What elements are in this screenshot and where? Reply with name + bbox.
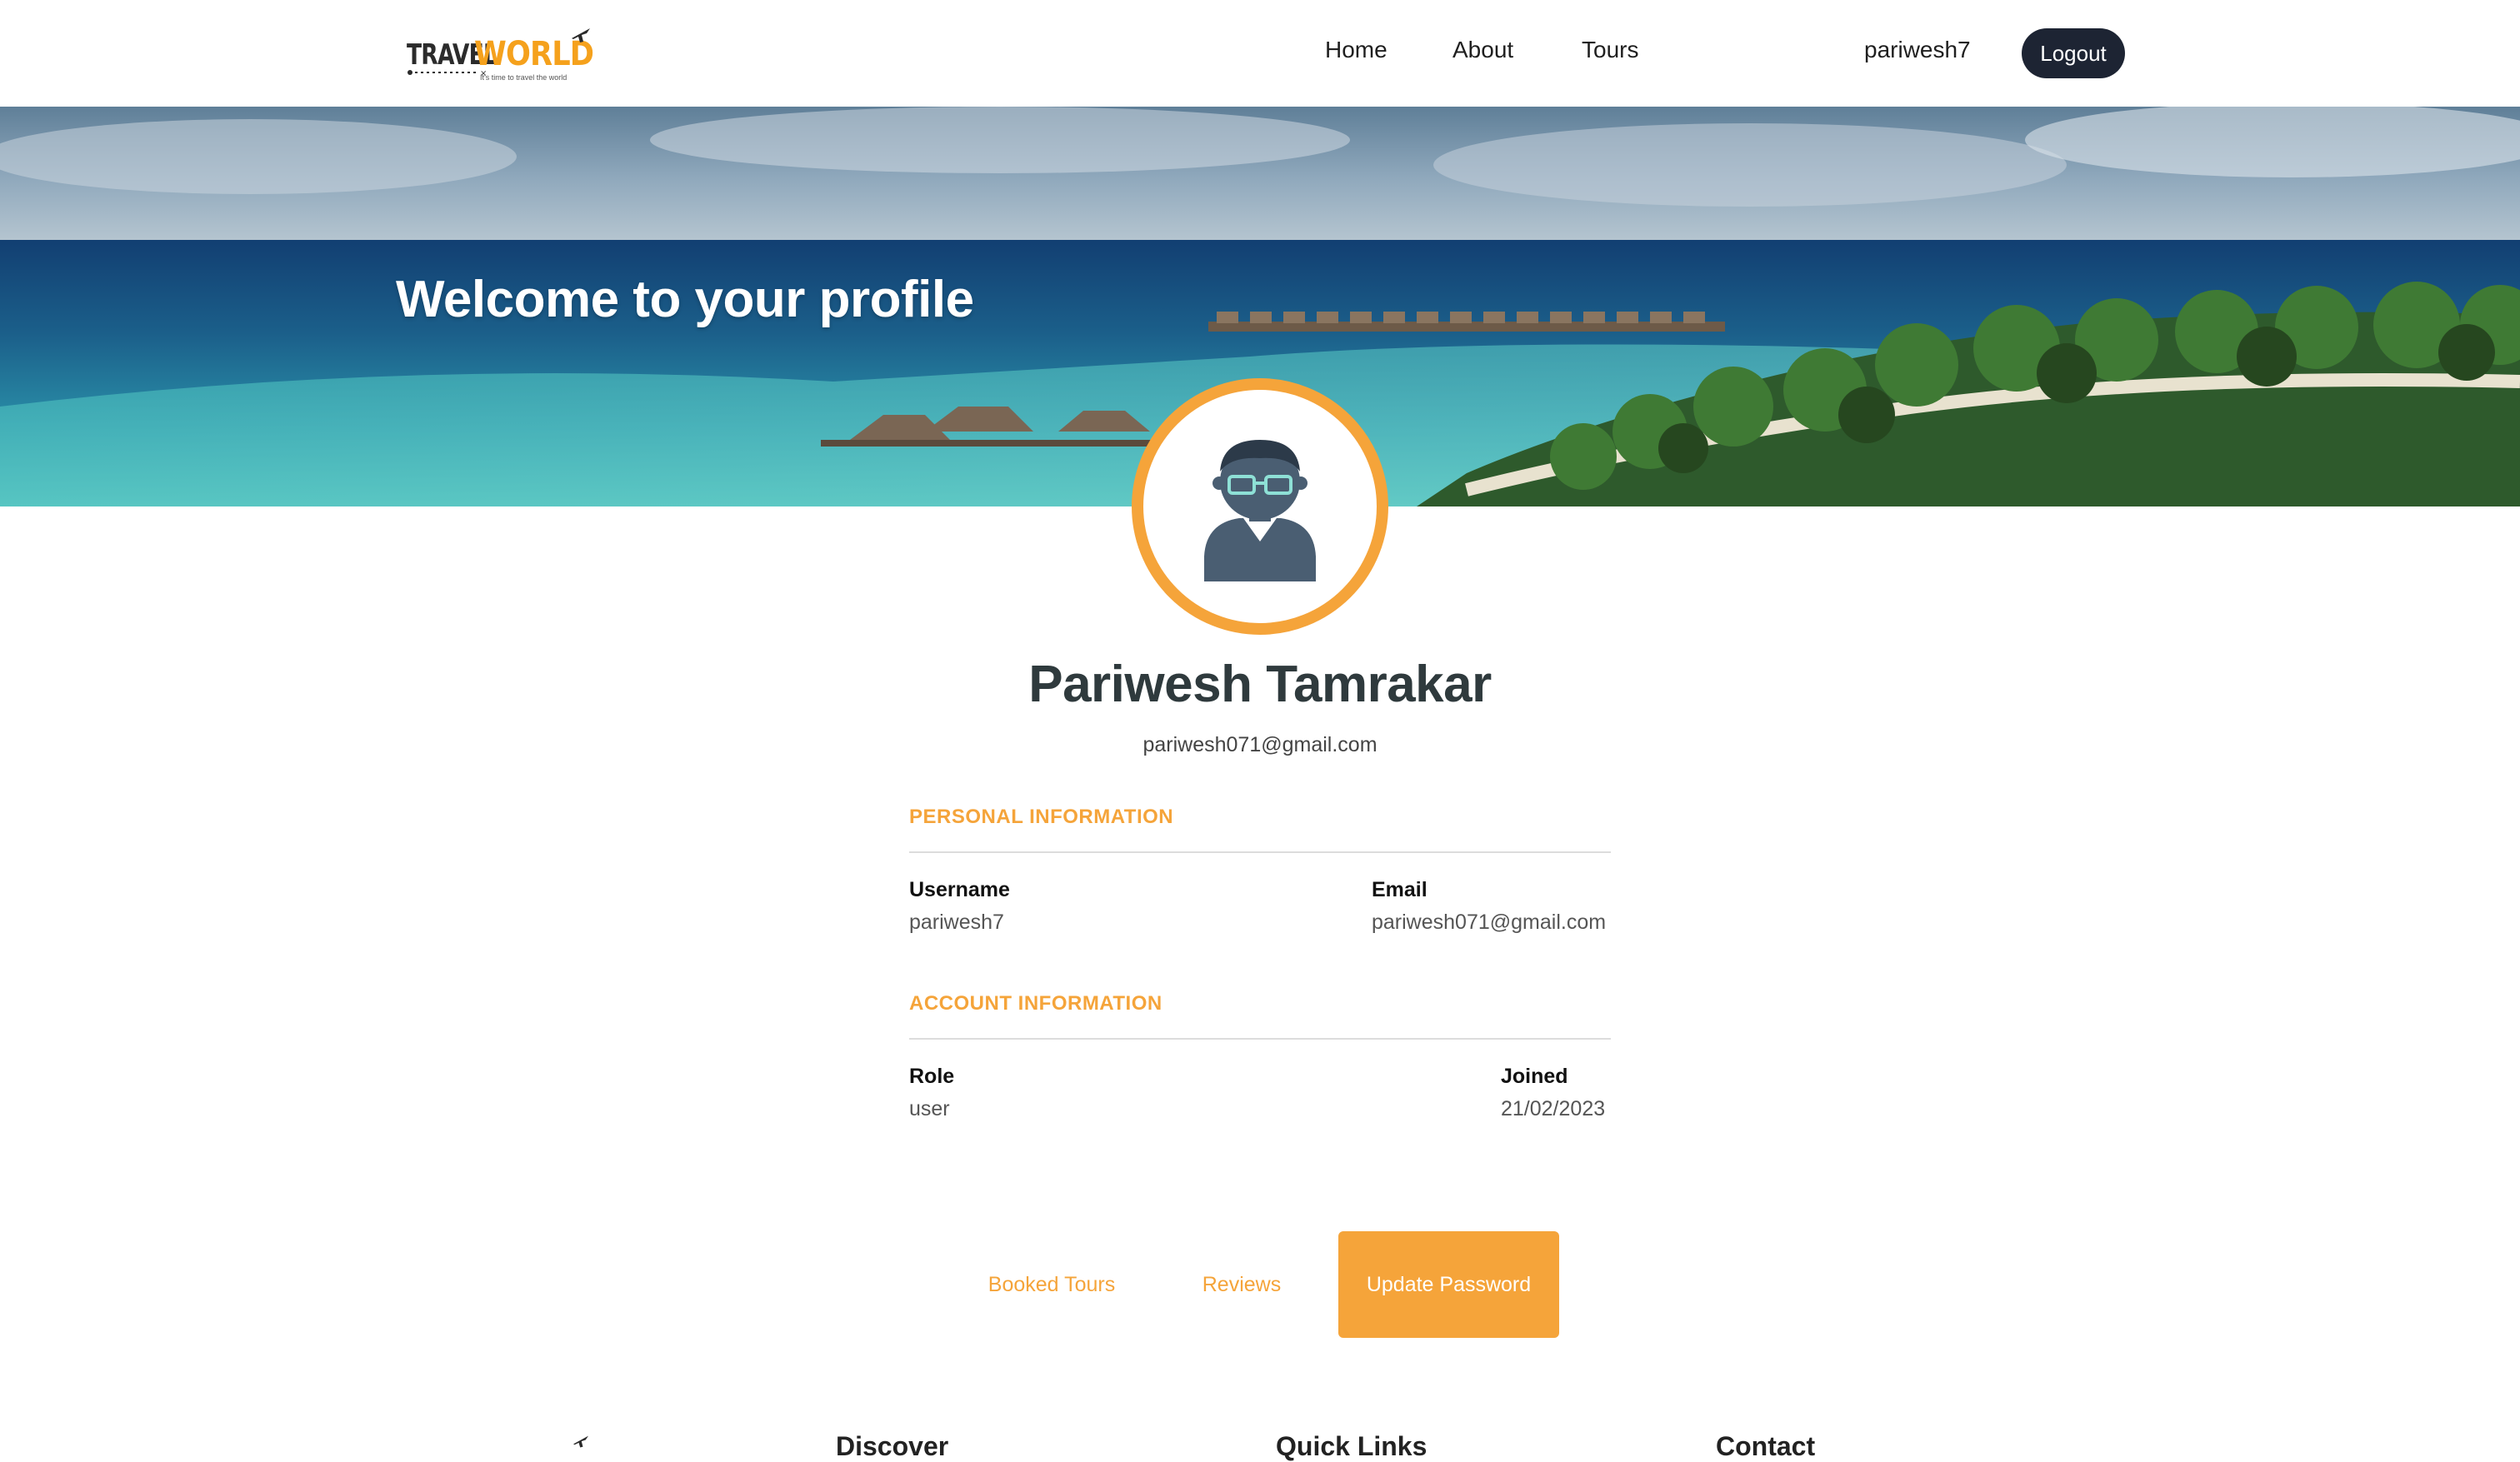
airplane-icon: [572, 28, 590, 42]
username-label: Username: [909, 878, 1010, 901]
current-username: pariwesh7: [1864, 37, 1971, 62]
profile-avatar: [1132, 378, 1388, 635]
logout-button[interactable]: Logout: [2022, 28, 2125, 78]
profile-full-name: Pariwesh Tamrakar: [1028, 656, 1492, 713]
tab-booked-tours[interactable]: Booked Tours: [968, 1231, 1135, 1338]
account-information-heading: ACCOUNT INFORMATION: [909, 992, 1162, 1015]
role-label: Role: [909, 1065, 955, 1088]
hero-title: Welcome to your profile: [396, 271, 974, 328]
section-divider: [909, 1038, 1611, 1040]
tab-update-password[interactable]: Update Password: [1338, 1231, 1559, 1338]
footer-quick-links-heading: Quick Links: [1276, 1431, 1428, 1461]
nav-tours-link[interactable]: Tours: [1582, 37, 1638, 63]
joined-label: Joined: [1501, 1065, 1568, 1088]
footer-airplane-icon: [573, 1435, 588, 1448]
personal-information-heading: PERSONAL INFORMATION: [909, 806, 1174, 828]
footer-discover-heading: Discover: [836, 1431, 949, 1461]
nav-home-link[interactable]: Home: [1325, 37, 1388, 63]
top-header: TRAVEL WORLD × It's time to travel the w…: [0, 0, 2520, 107]
tab-reviews[interactable]: Reviews: [1183, 1231, 1300, 1338]
section-divider: [909, 851, 1611, 853]
travel-world-logo[interactable]: TRAVEL WORLD × It's time to travel the w…: [403, 25, 600, 87]
joined-value: 21/02/2023: [1501, 1097, 1606, 1120]
footer-contact-heading: Contact: [1716, 1431, 1816, 1461]
email-label: Email: [1372, 878, 1428, 901]
nav-about-link[interactable]: About: [1452, 37, 1513, 63]
username-value: pariwesh7: [909, 911, 1004, 934]
logo-dotted-path-icon: ×: [408, 69, 487, 77]
logo-tagline: It's time to travel the world: [480, 73, 568, 82]
role-value: user: [909, 1097, 950, 1120]
user-avatar-icon: [1204, 440, 1316, 581]
email-value: pariwesh071@gmail.com: [1372, 911, 1607, 934]
profile-email: pariwesh071@gmail.com: [1142, 733, 1378, 756]
